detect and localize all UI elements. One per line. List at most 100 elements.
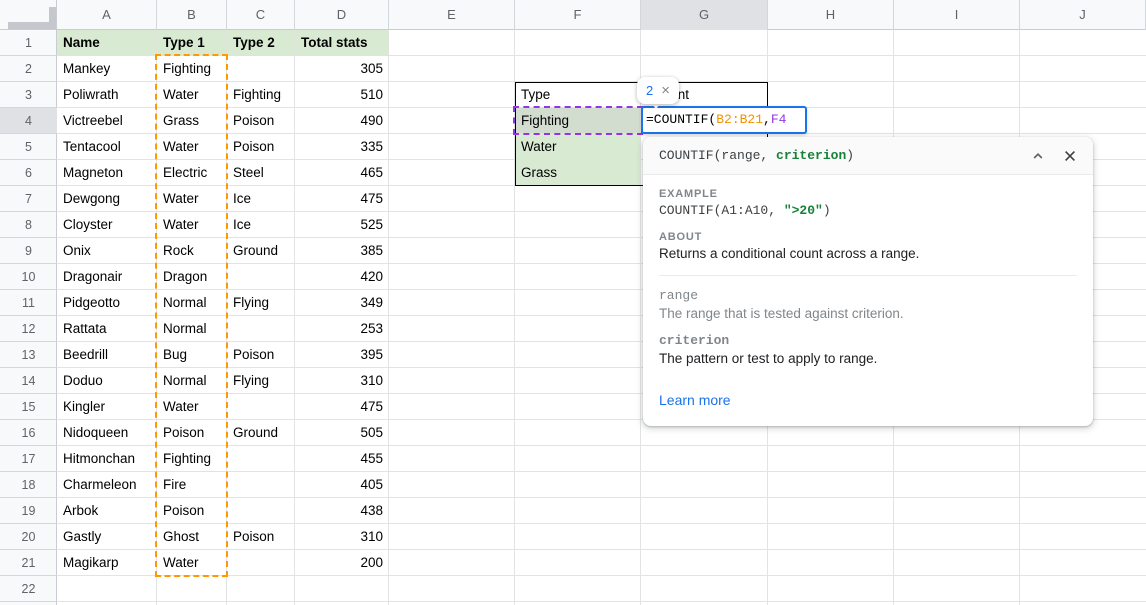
- cell-d20[interactable]: 310: [295, 524, 389, 550]
- select-all-corner[interactable]: [0, 0, 57, 30]
- cell-b14[interactable]: Normal: [157, 368, 227, 394]
- row-header-16[interactable]: 16: [0, 420, 57, 446]
- cell-c3[interactable]: Fighting: [227, 82, 295, 108]
- cell-c13[interactable]: Poison: [227, 342, 295, 368]
- cell-b12[interactable]: Normal: [157, 316, 227, 342]
- cell-b20[interactable]: Ghost: [157, 524, 227, 550]
- cell-b16[interactable]: Poison: [157, 420, 227, 446]
- cell-f5[interactable]: Water: [515, 134, 641, 160]
- row-header-20[interactable]: 20: [0, 524, 57, 550]
- cell-a21[interactable]: Magikarp: [57, 550, 157, 576]
- cell-c20[interactable]: Poison: [227, 524, 295, 550]
- column-header-d[interactable]: D: [295, 0, 389, 30]
- cell-d10[interactable]: 420: [295, 264, 389, 290]
- row-header-22[interactable]: 22: [0, 576, 57, 602]
- cell-d12[interactable]: 253: [295, 316, 389, 342]
- cell-b21[interactable]: Water: [157, 550, 227, 576]
- close-icon[interactable]: [1063, 149, 1077, 163]
- cell-c5[interactable]: Poison: [227, 134, 295, 160]
- header-cell-type-1[interactable]: Type 1: [157, 30, 227, 56]
- cell-d17[interactable]: 455: [295, 446, 389, 472]
- cell-d16[interactable]: 505: [295, 420, 389, 446]
- cell-a13[interactable]: Beedrill: [57, 342, 157, 368]
- cell-c7[interactable]: Ice: [227, 186, 295, 212]
- cell-c11[interactable]: Flying: [227, 290, 295, 316]
- cell-a5[interactable]: Tentacool: [57, 134, 157, 160]
- cell-d3[interactable]: 510: [295, 82, 389, 108]
- cell-c16[interactable]: Ground: [227, 420, 295, 446]
- cell-a8[interactable]: Cloyster: [57, 212, 157, 238]
- header-cell-type-2[interactable]: Type 2: [227, 30, 295, 56]
- row-header-17[interactable]: 17: [0, 446, 57, 472]
- row-header-15[interactable]: 15: [0, 394, 57, 420]
- cell-b13[interactable]: Bug: [157, 342, 227, 368]
- cell-b3[interactable]: Water: [157, 82, 227, 108]
- collapse-chevron-icon[interactable]: [1031, 149, 1045, 163]
- cell-d8[interactable]: 525: [295, 212, 389, 238]
- row-header-1[interactable]: 1: [0, 30, 57, 56]
- cell-f3[interactable]: Type: [515, 82, 641, 108]
- cell-b18[interactable]: Fire: [157, 472, 227, 498]
- cell-a2[interactable]: Mankey: [57, 56, 157, 82]
- column-header-f[interactable]: F: [515, 0, 641, 30]
- cell-b8[interactable]: Water: [157, 212, 227, 238]
- cell-c9[interactable]: Ground: [227, 238, 295, 264]
- cell-b7[interactable]: Water: [157, 186, 227, 212]
- column-header-g[interactable]: G: [641, 0, 768, 30]
- cell-d21[interactable]: 200: [295, 550, 389, 576]
- cell-a17[interactable]: Hitmonchan: [57, 446, 157, 472]
- cell-b11[interactable]: Normal: [157, 290, 227, 316]
- column-header-c[interactable]: C: [227, 0, 295, 30]
- cell-a7[interactable]: Dewgong: [57, 186, 157, 212]
- row-header-12[interactable]: 12: [0, 316, 57, 342]
- cell-a20[interactable]: Gastly: [57, 524, 157, 550]
- cell-a6[interactable]: Magneton: [57, 160, 157, 186]
- header-cell-name[interactable]: Name: [57, 30, 157, 56]
- cell-c4[interactable]: Poison: [227, 108, 295, 134]
- cell-d6[interactable]: 465: [295, 160, 389, 186]
- cell-b10[interactable]: Dragon: [157, 264, 227, 290]
- learn-more-link[interactable]: Learn more: [659, 392, 731, 408]
- cell-b9[interactable]: Rock: [157, 238, 227, 264]
- cell-b5[interactable]: Water: [157, 134, 227, 160]
- cell-b17[interactable]: Fighting: [157, 446, 227, 472]
- row-header-8[interactable]: 8: [0, 212, 57, 238]
- cell-b6[interactable]: Electric: [157, 160, 227, 186]
- cell-d15[interactable]: 475: [295, 394, 389, 420]
- cell-d5[interactable]: 335: [295, 134, 389, 160]
- row-header-7[interactable]: 7: [0, 186, 57, 212]
- cell-d18[interactable]: 405: [295, 472, 389, 498]
- cell-d4[interactable]: 490: [295, 108, 389, 134]
- row-header-21[interactable]: 21: [0, 550, 57, 576]
- cell-a19[interactable]: Arbok: [57, 498, 157, 524]
- cell-a11[interactable]: Pidgeotto: [57, 290, 157, 316]
- column-header-e[interactable]: E: [389, 0, 515, 30]
- column-header-i[interactable]: I: [894, 0, 1020, 30]
- cell-a3[interactable]: Poliwrath: [57, 82, 157, 108]
- row-header-2[interactable]: 2: [0, 56, 57, 82]
- cell-c8[interactable]: Ice: [227, 212, 295, 238]
- cell-a10[interactable]: Dragonair: [57, 264, 157, 290]
- formula-editor[interactable]: =COUNTIF(B2:B21,F4: [641, 106, 807, 134]
- cell-b15[interactable]: Water: [157, 394, 227, 420]
- header-cell-total-stats[interactable]: Total stats: [295, 30, 389, 56]
- cell-a14[interactable]: Doduo: [57, 368, 157, 394]
- badge-close-icon[interactable]: ×: [661, 83, 670, 98]
- cell-a12[interactable]: Rattata: [57, 316, 157, 342]
- cell-a15[interactable]: Kingler: [57, 394, 157, 420]
- cell-b19[interactable]: Poison: [157, 498, 227, 524]
- cell-b2[interactable]: Fighting: [157, 56, 227, 82]
- row-header-5[interactable]: 5: [0, 134, 57, 160]
- row-header-4[interactable]: 4: [0, 108, 57, 134]
- row-header-13[interactable]: 13: [0, 342, 57, 368]
- row-header-18[interactable]: 18: [0, 472, 57, 498]
- cell-d9[interactable]: 385: [295, 238, 389, 264]
- row-header-6[interactable]: 6: [0, 160, 57, 186]
- row-header-11[interactable]: 11: [0, 290, 57, 316]
- cell-d14[interactable]: 310: [295, 368, 389, 394]
- column-header-h[interactable]: H: [768, 0, 894, 30]
- cell-d2[interactable]: 305: [295, 56, 389, 82]
- cell-d19[interactable]: 438: [295, 498, 389, 524]
- formula-help-badge[interactable]: 2 ×: [637, 77, 679, 104]
- row-header-3[interactable]: 3: [0, 82, 57, 108]
